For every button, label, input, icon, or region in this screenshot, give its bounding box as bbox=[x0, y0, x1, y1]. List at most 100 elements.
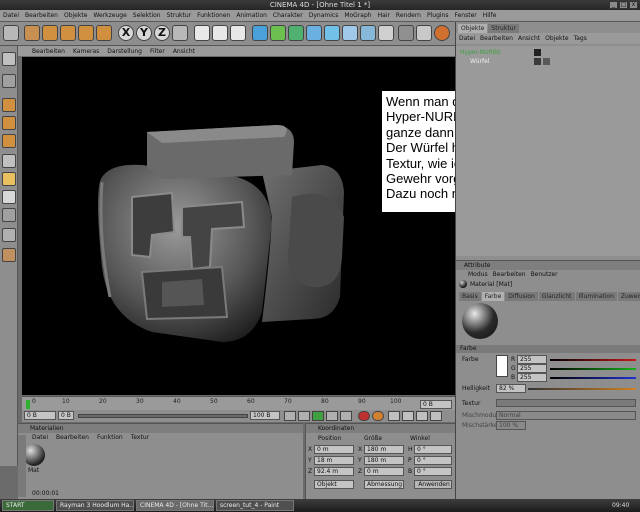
render-region-icon[interactable] bbox=[212, 25, 228, 41]
scale-icon[interactable] bbox=[60, 25, 76, 41]
menu-plugins[interactable]: Plugins bbox=[427, 12, 449, 19]
recent-tool-icon[interactable] bbox=[96, 25, 112, 41]
goto-end-icon[interactable] bbox=[340, 411, 352, 421]
object-menu-bearbeiten[interactable]: Bearbeiten bbox=[480, 35, 513, 42]
tab-basis[interactable]: Basis bbox=[459, 292, 481, 301]
taskbar-item-paint[interactable]: screen_tut_4 - Paint bbox=[216, 500, 294, 511]
snap-icon[interactable] bbox=[2, 190, 16, 204]
camera-icon[interactable] bbox=[360, 25, 376, 41]
end-frame-field[interactable]: 100 B bbox=[250, 411, 280, 420]
menu-fenster[interactable]: Fenster bbox=[454, 12, 476, 19]
menu-funktionen[interactable]: Funktionen bbox=[197, 12, 230, 19]
menu-bearbeiten[interactable]: Bearbeiten bbox=[25, 12, 58, 19]
layout-quad-icon[interactable] bbox=[2, 228, 16, 242]
rotate-icon[interactable] bbox=[78, 25, 94, 41]
keyframe-icon[interactable] bbox=[388, 411, 400, 421]
cube-primitive-icon[interactable] bbox=[252, 25, 268, 41]
preview-range-slider[interactable] bbox=[78, 414, 248, 418]
spline-icon[interactable] bbox=[270, 25, 286, 41]
menu-struktur[interactable]: Struktur bbox=[167, 12, 192, 19]
viewport-menu-darstellung[interactable]: Darstellung bbox=[107, 48, 142, 55]
maximize-button[interactable]: □ bbox=[619, 1, 628, 9]
menu-hilfe[interactable]: Hilfe bbox=[483, 12, 497, 19]
undo-icon[interactable] bbox=[3, 25, 19, 41]
material-menu-datei[interactable]: Datei bbox=[32, 434, 48, 441]
menu-objekte[interactable]: Objekte bbox=[64, 12, 87, 19]
minimize-button[interactable]: _ bbox=[609, 1, 618, 9]
record-icon[interactable] bbox=[358, 411, 370, 421]
light-icon[interactable] bbox=[378, 25, 394, 41]
coordinate-mode-select[interactable]: Objekt bbox=[314, 480, 354, 489]
use-points-icon[interactable] bbox=[2, 98, 16, 112]
checker-icon[interactable] bbox=[2, 248, 16, 262]
position-y-field[interactable]: 18 m bbox=[314, 456, 354, 465]
object-menu-tags[interactable]: Tags bbox=[574, 35, 587, 42]
deformer-icon[interactable] bbox=[324, 25, 340, 41]
timeline-ruler[interactable]: 0 10 20 30 40 50 60 70 80 90 100 0 B bbox=[22, 396, 455, 410]
tab-diffusion[interactable]: Diffusion bbox=[505, 292, 538, 301]
mix-strength-field[interactable]: 100 % bbox=[496, 421, 526, 430]
attr-menu-benutzer[interactable]: Benutzer bbox=[531, 271, 558, 278]
menu-hair[interactable]: Hair bbox=[378, 12, 390, 19]
brightness-field[interactable]: 82 % bbox=[496, 384, 526, 393]
preview-start-field[interactable]: 0 B bbox=[58, 411, 74, 420]
tab-illumination[interactable]: Illumination bbox=[575, 292, 617, 301]
taskbar-item-rayman[interactable]: Rayman 3 Hoodlum Ha... bbox=[56, 500, 134, 511]
tab-struktur[interactable]: Struktur bbox=[488, 24, 519, 33]
angle-h-field[interactable]: 0 ° bbox=[414, 445, 452, 454]
menu-werkzeuge[interactable]: Werkzeuge bbox=[93, 12, 126, 19]
viewport-menu-filter[interactable]: Filter bbox=[150, 48, 165, 55]
taskbar-item-cinema4d[interactable]: CINEMA 4D - [Ohne Tit... bbox=[136, 500, 214, 511]
move-icon[interactable] bbox=[42, 25, 58, 41]
current-frame-field[interactable]: 0 B bbox=[420, 400, 452, 409]
position-key-icon[interactable] bbox=[402, 411, 414, 421]
r-slider[interactable] bbox=[550, 359, 636, 361]
object-menu-datei[interactable]: Datei bbox=[459, 35, 475, 42]
menu-rendern[interactable]: Rendern bbox=[396, 12, 421, 19]
size-x-field[interactable]: 180 m bbox=[364, 445, 404, 454]
color-swatch[interactable] bbox=[496, 355, 508, 377]
use-model-icon[interactable] bbox=[2, 52, 16, 66]
layer-icon[interactable] bbox=[416, 25, 432, 41]
attr-menu-bearbeiten[interactable]: Bearbeiten bbox=[493, 271, 526, 278]
menu-charakter[interactable]: Charakter bbox=[273, 12, 303, 19]
play-icon[interactable] bbox=[312, 411, 324, 421]
size-mode-select[interactable]: Abmessung bbox=[364, 480, 404, 489]
size-z-field[interactable]: 0 m bbox=[364, 467, 404, 476]
start-frame-field[interactable]: 0 B bbox=[24, 411, 56, 420]
r-value-field[interactable]: 255 bbox=[517, 355, 547, 364]
menu-dynamics[interactable]: Dynamics bbox=[309, 12, 339, 19]
use-object-axis-icon[interactable] bbox=[2, 74, 16, 88]
array-icon[interactable] bbox=[306, 25, 322, 41]
prev-frame-icon[interactable] bbox=[298, 411, 310, 421]
timeline-playhead[interactable] bbox=[26, 400, 30, 409]
y-axis-lock-icon[interactable]: Y bbox=[136, 25, 152, 41]
tab-farbe[interactable]: Farbe bbox=[481, 292, 505, 301]
menu-selektion[interactable]: Selektion bbox=[133, 12, 161, 19]
start-button[interactable]: START bbox=[2, 500, 54, 511]
material-name[interactable]: Mat bbox=[28, 467, 39, 474]
apply-button[interactable]: Anwenden bbox=[414, 480, 452, 489]
rec-icon[interactable] bbox=[434, 25, 450, 41]
menu-animation[interactable]: Animation bbox=[236, 12, 267, 19]
viewport-menu-ansicht[interactable]: Ansicht bbox=[173, 48, 195, 55]
angle-p-field[interactable]: 0 ° bbox=[414, 456, 452, 465]
checkmark-icon[interactable] bbox=[534, 49, 541, 56]
use-edges-icon[interactable] bbox=[2, 116, 16, 130]
size-y-field[interactable]: 180 m bbox=[364, 456, 404, 465]
position-x-field[interactable]: 0 m bbox=[314, 445, 354, 454]
tab-zuweisen[interactable]: Zuweisen bbox=[617, 292, 640, 301]
live-selection-icon[interactable] bbox=[24, 25, 40, 41]
nurbs-icon[interactable] bbox=[288, 25, 304, 41]
workplane-icon[interactable] bbox=[2, 208, 16, 222]
g-value-field[interactable]: 255 bbox=[517, 364, 547, 373]
viewport-menu-bearbeiten[interactable]: Bearbeiten bbox=[32, 48, 65, 55]
render-view-icon[interactable] bbox=[194, 25, 210, 41]
b-value-field[interactable]: 255 bbox=[517, 373, 547, 382]
object-menu-ansicht[interactable]: Ansicht bbox=[518, 35, 540, 42]
goto-start-icon[interactable] bbox=[284, 411, 296, 421]
scene-icon[interactable] bbox=[342, 25, 358, 41]
checkmark-icon[interactable] bbox=[534, 58, 541, 65]
viewport-menu-kameras[interactable]: Kameras bbox=[73, 48, 99, 55]
scale-key-icon[interactable] bbox=[430, 411, 442, 421]
